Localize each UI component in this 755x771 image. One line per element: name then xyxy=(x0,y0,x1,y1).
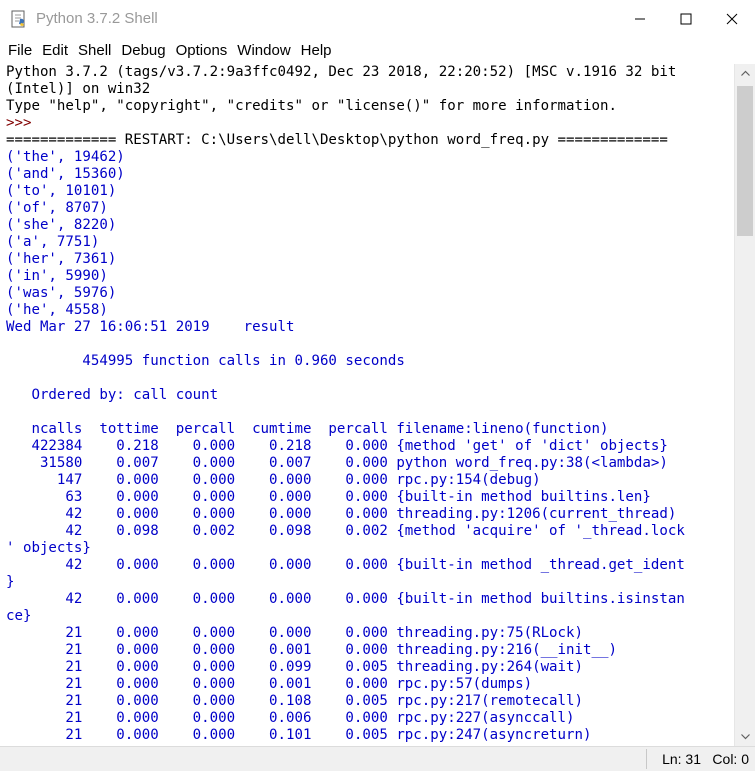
shell-line: ('the', 19462) xyxy=(6,149,125,165)
shell-line xyxy=(6,370,734,387)
maximize-icon xyxy=(680,13,692,25)
shell-line xyxy=(6,336,734,353)
title-bar[interactable]: Python 3.7.2 Shell xyxy=(0,0,755,38)
shell-line: 21 0.000 0.000 0.101 0.005 rpc.py:247(as… xyxy=(6,727,592,743)
shell-text-area[interactable]: Python 3.7.2 (tags/v3.7.2:9a3ffc0492, De… xyxy=(2,64,734,746)
scroll-up-button[interactable] xyxy=(735,64,755,82)
shell-line: Wed Mar 27 16:06:51 2019 result xyxy=(6,319,295,335)
shell-line: 21 0.000 0.000 0.001 0.000 threading.py:… xyxy=(6,642,617,658)
shell-line: (Intel)] on win32 xyxy=(6,81,151,97)
menu-debug[interactable]: Debug xyxy=(118,42,168,59)
shell-line: 21 0.000 0.000 0.000 0.000 threading.py:… xyxy=(6,625,583,641)
minimize-button[interactable] xyxy=(617,0,663,38)
shell-line: 147 0.000 0.000 0.000 0.000 rpc.py:154(d… xyxy=(6,472,541,488)
close-button[interactable] xyxy=(709,0,755,38)
status-line-number: Ln: 31 xyxy=(662,751,701,767)
menu-bar: File Edit Shell Debug Options Window Hel… xyxy=(0,38,755,62)
status-separator xyxy=(646,749,647,769)
shell-line: >>> xyxy=(6,115,40,131)
chevron-up-icon xyxy=(740,70,750,76)
menu-edit[interactable]: Edit xyxy=(39,42,71,59)
shell-line: ce} xyxy=(6,608,32,624)
shell-line: ('to', 10101) xyxy=(6,183,117,199)
chevron-down-icon xyxy=(740,734,750,740)
shell-line: ('she', 8220) xyxy=(6,217,117,233)
shell-line: 454995 function calls in 0.960 seconds xyxy=(6,353,405,369)
shell-line: Type "help", "copyright", "credits" or "… xyxy=(6,98,617,114)
shell-line: 21 0.000 0.000 0.108 0.005 rpc.py:217(re… xyxy=(6,693,583,709)
shell-line: ('and', 15360) xyxy=(6,166,125,182)
status-bar: Ln: 31 Col: 0 xyxy=(0,746,755,771)
shell-line: 21 0.000 0.000 0.099 0.005 threading.py:… xyxy=(6,659,583,675)
shell-line: ('in', 5990) xyxy=(6,268,108,284)
shell-line: Python 3.7.2 (tags/v3.7.2:9a3ffc0492, De… xyxy=(6,64,677,80)
scroll-down-button[interactable] xyxy=(735,728,755,746)
shell-line xyxy=(6,404,734,421)
shell-line: 42 0.000 0.000 0.000 0.000 threading.py:… xyxy=(6,506,677,522)
menu-options[interactable]: Options xyxy=(173,42,231,59)
close-icon xyxy=(726,13,738,25)
shell-line: ('her', 7361) xyxy=(6,251,117,267)
python-file-icon xyxy=(11,10,25,28)
shell-line: ============= RESTART: C:\Users\dell\Des… xyxy=(6,132,668,148)
shell-output: Python 3.7.2 (tags/v3.7.2:9a3ffc0492, De… xyxy=(2,64,734,744)
menu-shell[interactable]: Shell xyxy=(75,42,114,59)
shell-line: ncalls tottime percall cumtime percall f… xyxy=(6,421,609,437)
shell-line: } xyxy=(6,574,15,590)
menu-file[interactable]: File xyxy=(5,42,35,59)
vertical-scrollbar[interactable] xyxy=(734,64,755,746)
shell-line: ('he', 4558) xyxy=(6,302,108,318)
shell-line: ' objects} xyxy=(6,540,91,556)
shell-line: 21 0.000 0.000 0.001 0.000 rpc.py:57(dum… xyxy=(6,676,533,692)
shell-line: 21 0.000 0.000 0.006 0.000 rpc.py:227(as… xyxy=(6,710,575,726)
shell-line: 422384 0.218 0.000 0.218 0.000 {method '… xyxy=(6,438,668,454)
menu-help[interactable]: Help xyxy=(298,42,335,59)
scroll-thumb[interactable] xyxy=(737,86,753,236)
shell-line: 42 0.000 0.000 0.000 0.000 {built-in met… xyxy=(6,557,685,573)
shell-line: ('was', 5976) xyxy=(6,285,117,301)
shell-line: Ordered by: call count xyxy=(6,387,219,403)
minimize-icon xyxy=(635,18,645,20)
shell-line: ('of', 8707) xyxy=(6,200,108,216)
menu-window[interactable]: Window xyxy=(234,42,293,59)
maximize-button[interactable] xyxy=(663,0,709,38)
shell-line: 42 0.098 0.002 0.098 0.002 {method 'acqu… xyxy=(6,523,685,539)
shell-line: ('a', 7751) xyxy=(6,234,100,250)
shell-line: 31580 0.007 0.000 0.007 0.000 python wor… xyxy=(6,455,668,471)
shell-line: 63 0.000 0.000 0.000 0.000 {built-in met… xyxy=(6,489,651,505)
window-title: Python 3.7.2 Shell xyxy=(36,10,158,27)
shell-line: 42 0.000 0.000 0.000 0.000 {built-in met… xyxy=(6,591,685,607)
status-column-number: Col: 0 xyxy=(712,751,749,767)
